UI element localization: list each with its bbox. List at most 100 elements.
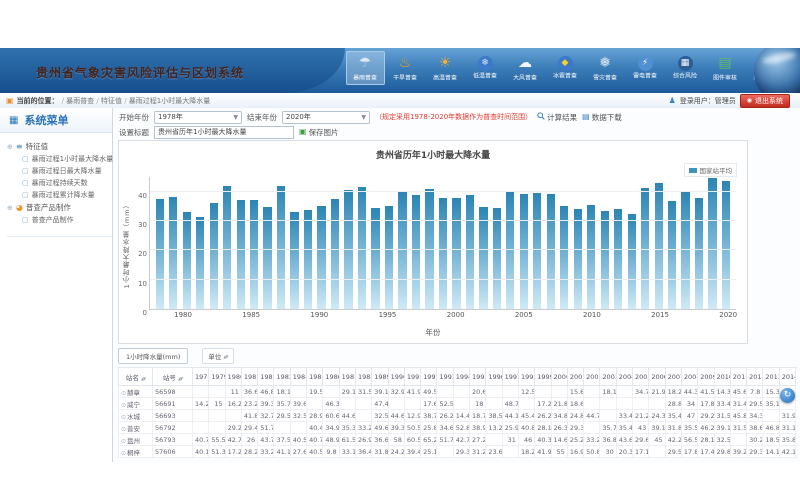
toolbar-item-hail[interactable]: ◆冰雹普查 bbox=[546, 51, 585, 85]
chart-bar[interactable] bbox=[169, 197, 177, 309]
value-cell bbox=[307, 398, 323, 410]
tree-leaf[interactable]: ▢暴雨过程1小时最大降水量 bbox=[22, 153, 112, 165]
value-cell: 15.6 bbox=[567, 386, 583, 398]
chart-bar[interactable] bbox=[628, 214, 636, 309]
chart-bar[interactable] bbox=[547, 194, 555, 309]
y-tick-label: 0 bbox=[143, 309, 147, 317]
unit-sort-header[interactable]: 单位 ▲▼ bbox=[202, 348, 233, 364]
value-cell: 50.5 bbox=[404, 422, 420, 434]
value-cell: 31.5 bbox=[355, 386, 371, 398]
chart-bar[interactable] bbox=[466, 195, 474, 309]
chart-bar[interactable] bbox=[533, 193, 541, 309]
calc-result-button[interactable]: 计算结果 bbox=[537, 112, 577, 123]
toolbar-item-wind[interactable]: ☁大风普查 bbox=[506, 51, 545, 85]
tree-expand-icon[interactable]: ⊕ bbox=[7, 204, 13, 212]
chart-bar[interactable] bbox=[317, 206, 325, 309]
chart-bar[interactable] bbox=[263, 207, 271, 309]
year-header: 1982 bbox=[258, 368, 274, 386]
chart-bar[interactable] bbox=[331, 199, 339, 309]
chart-bar[interactable] bbox=[493, 208, 501, 309]
breadcrumb-link[interactable]: 暴雨普查 bbox=[66, 97, 94, 105]
chart-bar[interactable] bbox=[196, 217, 204, 309]
gridline bbox=[150, 220, 736, 221]
chart-bar[interactable] bbox=[695, 198, 703, 309]
chart-bar[interactable] bbox=[371, 208, 379, 309]
start-year-select[interactable]: 1978年 ▼ bbox=[154, 111, 242, 124]
chart-bar[interactable] bbox=[601, 211, 609, 309]
row-expand-icon[interactable]: ⊙ bbox=[121, 450, 126, 457]
value-cell: 34.6 bbox=[437, 422, 453, 434]
tree-leaf[interactable]: ▢暴雨过程持续天数 bbox=[22, 177, 112, 189]
value-cell: 45.6 bbox=[730, 386, 746, 398]
chart-bar[interactable] bbox=[304, 210, 312, 309]
value-cell: 40.8 bbox=[518, 422, 534, 434]
chart-bar[interactable] bbox=[156, 199, 164, 309]
value-cell: 33.2 bbox=[258, 446, 274, 458]
station-name-header[interactable]: 站名 ▲▼ bbox=[119, 368, 153, 386]
tree-expand-icon[interactable]: ⊕ bbox=[7, 143, 13, 151]
value-cell: 29.5 bbox=[665, 446, 681, 458]
toolbar-item-lowtemp[interactable]: ❄低温普查 bbox=[466, 51, 505, 85]
value-cell bbox=[323, 386, 339, 398]
toolbar-item-review[interactable]: ▤图件审核 bbox=[706, 51, 745, 85]
chart-bar[interactable] bbox=[708, 178, 716, 309]
row-expand-icon[interactable]: ⊙ bbox=[121, 402, 126, 409]
chart-legend[interactable]: 国家站平均 bbox=[684, 163, 738, 177]
chart-bar[interactable] bbox=[655, 183, 663, 309]
value-cell: 38.6 bbox=[747, 422, 763, 434]
row-expand-icon[interactable]: ⊙ bbox=[121, 438, 126, 445]
end-year-select[interactable]: 2020年 ▼ bbox=[282, 111, 370, 124]
chart-bar[interactable] bbox=[560, 206, 568, 309]
table-row: ⊙水城5669341.832.729.532.528.960.644.632.5… bbox=[119, 410, 798, 422]
tree-leaf-label: 暴雨过程累计降水量 bbox=[32, 190, 95, 200]
breadcrumb-link[interactable]: 特征值 bbox=[101, 97, 122, 105]
chart-bar[interactable] bbox=[277, 186, 285, 309]
chart-bar[interactable] bbox=[250, 200, 258, 309]
image-icon: ▣ bbox=[299, 128, 307, 136]
chart-bar[interactable] bbox=[479, 207, 487, 309]
chart-bar[interactable] bbox=[520, 194, 528, 309]
table-scroll-area[interactable]: 站名 ▲▼站号 ▲▼197819791980198119821983198419… bbox=[118, 367, 797, 458]
table-row: ⊙赫章565981136.646.818.119.529.131.539.132… bbox=[119, 386, 798, 398]
year-header: 1985 bbox=[307, 368, 323, 386]
row-expand-icon[interactable]: ⊙ bbox=[121, 426, 126, 433]
chart-bar[interactable] bbox=[574, 209, 582, 309]
tree-node[interactable]: ⊕◕普查产品制作 bbox=[7, 201, 112, 214]
tree-leaf[interactable]: ▢普查产品制作 bbox=[22, 214, 112, 226]
breadcrumb-link[interactable]: 暴雨过程1小时最大降水量 bbox=[129, 97, 210, 105]
toolbar-item-lightning[interactable]: ⚡雷电普查 bbox=[626, 51, 665, 85]
toolbar-item-rainstorm[interactable]: ☂暴雨普查 bbox=[346, 51, 385, 85]
data-download-button[interactable]: ▤ 数据下载 bbox=[582, 112, 622, 123]
logout-button[interactable]: ◉ 退出系统 bbox=[740, 94, 790, 108]
chart-bar[interactable] bbox=[439, 198, 447, 309]
value-cell: 29.5 bbox=[747, 398, 763, 410]
save-image-button[interactable]: ▣ 保存图片 bbox=[299, 127, 339, 138]
chart-bar[interactable] bbox=[290, 212, 298, 309]
chart-bar[interactable] bbox=[452, 198, 460, 309]
toolbar-item-risk[interactable]: ▦综合风险 bbox=[666, 51, 705, 85]
chart-bar[interactable] bbox=[385, 206, 393, 309]
row-expand-icon[interactable]: ⊙ bbox=[121, 390, 126, 397]
tree-leaf[interactable]: ▢暴雨过程累计降水量 bbox=[22, 189, 112, 201]
chart-bar[interactable] bbox=[614, 209, 622, 309]
toolbar-item-hightemp[interactable]: ☀高温普查 bbox=[426, 51, 465, 85]
chart-bar[interactable] bbox=[668, 201, 676, 309]
chart-bar[interactable] bbox=[183, 212, 191, 309]
station-id-header[interactable]: 站号 ▲▼ bbox=[153, 368, 193, 386]
chart-bar[interactable] bbox=[237, 200, 245, 309]
toolbar-item-snow[interactable]: ❅雪灾普查 bbox=[586, 51, 625, 85]
chart-bar[interactable] bbox=[412, 195, 420, 309]
chart-title-input[interactable] bbox=[154, 126, 294, 139]
toolbar-item-drought[interactable]: ♨干旱普查 bbox=[386, 51, 425, 85]
year-header: 2005 bbox=[633, 368, 649, 386]
refresh-float-button[interactable]: ↻ bbox=[780, 388, 795, 403]
tree-node[interactable]: ⊕≡特征值 bbox=[7, 140, 112, 153]
value-cell: 16.2 bbox=[225, 398, 241, 410]
station-id-cell: 56598 bbox=[153, 386, 193, 398]
value-cell: 17.4 bbox=[698, 446, 714, 458]
chart-bar[interactable] bbox=[223, 186, 231, 309]
tree-leaf[interactable]: ▢暴雨过程日最大降水量 bbox=[22, 165, 112, 177]
row-expand-icon[interactable]: ⊙ bbox=[121, 414, 126, 421]
chart-bar[interactable] bbox=[722, 181, 730, 309]
chart-bar[interactable] bbox=[358, 187, 366, 309]
